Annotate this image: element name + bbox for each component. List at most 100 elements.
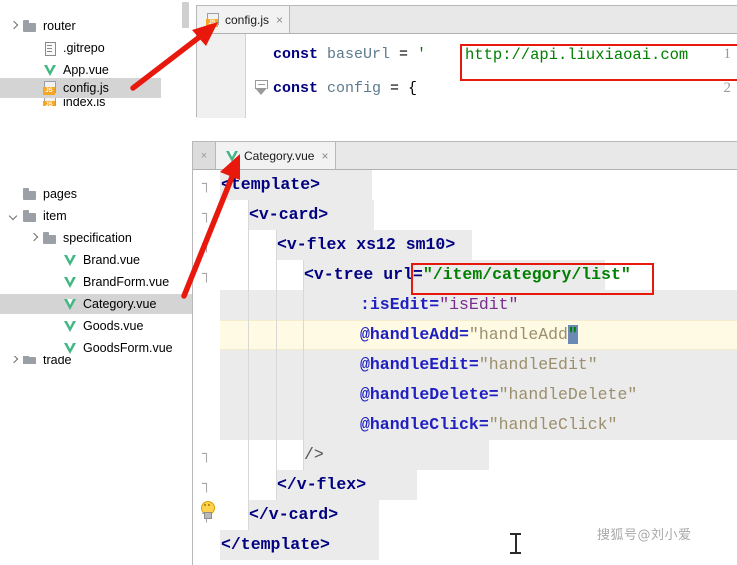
project-file-tree[interactable]: router .gitrepo App.vue config.js index.js pa… <box>0 0 214 565</box>
tree-item-label: BrandForm.vue <box>83 275 170 289</box>
code-line: </template> <box>221 530 330 560</box>
tab-label: Category.vue <box>244 148 315 163</box>
tab-previous-close-icon[interactable]: × <box>193 142 216 169</box>
tree-item-item[interactable]: item <box>0 206 198 226</box>
vue-icon <box>62 253 78 267</box>
tree-item--gitrepo[interactable]: .gitrepo <box>0 38 218 58</box>
code-line: /> <box>304 440 324 470</box>
tree-item-index-js[interactable]: index.js <box>0 98 218 106</box>
code-line: @handleAdd="handleAdd" <box>360 320 578 350</box>
file-icon <box>42 41 58 56</box>
code-token: </template> <box>221 535 330 554</box>
code-highlight-band <box>303 440 489 470</box>
tree-item-label: GoodsForm.vue <box>83 341 173 355</box>
file-tree-scrollbar-thumb[interactable] <box>182 2 189 28</box>
tab-label: config.js <box>225 12 270 27</box>
js-icon <box>42 81 58 95</box>
code-line: <v-flex xs12 sm10> <box>277 230 455 260</box>
tree-item-pages[interactable]: pages <box>0 184 198 204</box>
code-token: "handleEdit" <box>478 355 598 374</box>
close-icon[interactable]: × <box>321 150 328 162</box>
vue-icon <box>62 297 78 311</box>
code-line: <template> <box>221 170 320 200</box>
fold-marker-icon[interactable]: ┐ <box>202 470 211 500</box>
code-token: @handleAdd= <box>360 325 469 344</box>
tree-item-config-js[interactable]: config.js <box>0 78 161 98</box>
tree-item-label: .gitrepo <box>63 41 105 55</box>
code-token: :isEdit= <box>360 295 440 314</box>
folder-icon <box>22 19 38 33</box>
editor2-tabbar: × Category.vue × <box>193 142 737 170</box>
editor1-gutter <box>197 34 246 118</box>
code-token: </v-flex> <box>277 475 367 494</box>
fold-marker-icon[interactable]: ┐ <box>202 200 211 230</box>
vue-icon <box>42 63 58 77</box>
fold-marker-icon[interactable] <box>255 80 268 95</box>
folder-icon <box>22 187 38 201</box>
code-line: </v-flex> <box>277 470 366 500</box>
code-line: const baseUrl = ' <box>273 46 426 63</box>
tree-item-specification[interactable]: specification <box>0 228 218 248</box>
fold-marker-icon[interactable]: ┐ <box>202 260 211 290</box>
chevron-down-icon[interactable] <box>8 210 20 222</box>
code-token: const <box>273 46 328 63</box>
tree-item-label: pages <box>43 187 78 201</box>
code-token: "handleAdd <box>468 325 568 344</box>
chevron-right-icon[interactable] <box>8 356 20 364</box>
code-line: </v-card> <box>249 500 338 530</box>
config-js-editor: config.js × 1 2 const baseUrl = 'const c… <box>196 5 737 118</box>
fold-marker-icon[interactable]: ┐ <box>202 440 211 470</box>
vue-icon <box>62 319 78 333</box>
editor1-code-area[interactable]: 1 2 const baseUrl = ' const config = {htt… <box>197 34 737 118</box>
tree-item-label: item <box>43 209 67 223</box>
tab-config-js[interactable]: config.js × <box>197 6 291 33</box>
code-token: "handleDelete" <box>498 385 638 404</box>
code-line: @handleDelete="handleDelete" <box>360 380 637 410</box>
code-line: const config = { <box>273 80 417 97</box>
tree-item-label: specification <box>63 231 132 245</box>
code-token: @handleClick= <box>360 415 489 434</box>
code-token: const <box>273 80 328 97</box>
indent-guide <box>276 230 277 500</box>
category-vue-editor: × Category.vue × ┐ ┐ ┐ ┐ ┐ ┐ <template> … <box>192 141 737 565</box>
code-token: /> <box>304 445 324 464</box>
fold-marker-icon[interactable]: ┐ <box>202 170 211 200</box>
tree-item-router[interactable]: router <box>0 16 198 36</box>
code-token: = { <box>390 80 418 97</box>
folder-icon <box>22 209 38 223</box>
code-token: "handleClick" <box>488 415 618 434</box>
code-line: @handleEdit="handleEdit" <box>360 350 598 380</box>
code-token: baseUrl <box>327 46 400 63</box>
code-token: <v-flex xs12 sm10> <box>277 235 456 254</box>
tree-item-category-vue[interactable]: Category.vue <box>0 294 214 314</box>
tree-item-label: index.js <box>63 98 106 106</box>
chevron-right-icon[interactable] <box>8 20 20 32</box>
chevron-right-icon[interactable] <box>28 232 40 244</box>
tab-category-vue[interactable]: Category.vue × <box>216 142 336 169</box>
vue-icon <box>62 275 78 289</box>
line-number: 1 <box>723 46 732 62</box>
tree-item-label: Goods.vue <box>83 319 144 333</box>
close-icon[interactable]: × <box>276 14 283 26</box>
code-token: "/item/category/list" <box>422 265 631 284</box>
folder-icon <box>22 356 38 364</box>
indent-guide <box>303 260 304 470</box>
code-token: @handleDelete= <box>360 385 499 404</box>
line-number: 2 <box>723 80 732 96</box>
tree-item-label: App.vue <box>63 63 109 77</box>
tree-item-app-vue[interactable]: App.vue <box>0 60 218 80</box>
code-token: = <box>399 46 418 63</box>
editor2-code-area[interactable]: ┐┐┐┐┐┐┐ <template><v-card><v-flex xs12 s… <box>193 170 737 565</box>
tree-item-trade[interactable]: trade <box>0 356 198 364</box>
tree-item-label: router <box>43 19 76 33</box>
intention-lightbulb-icon[interactable] <box>199 501 215 519</box>
code-token: " <box>567 325 578 344</box>
fold-marker-icon[interactable]: ┐ <box>202 230 211 260</box>
code-token: ' <box>417 46 427 63</box>
